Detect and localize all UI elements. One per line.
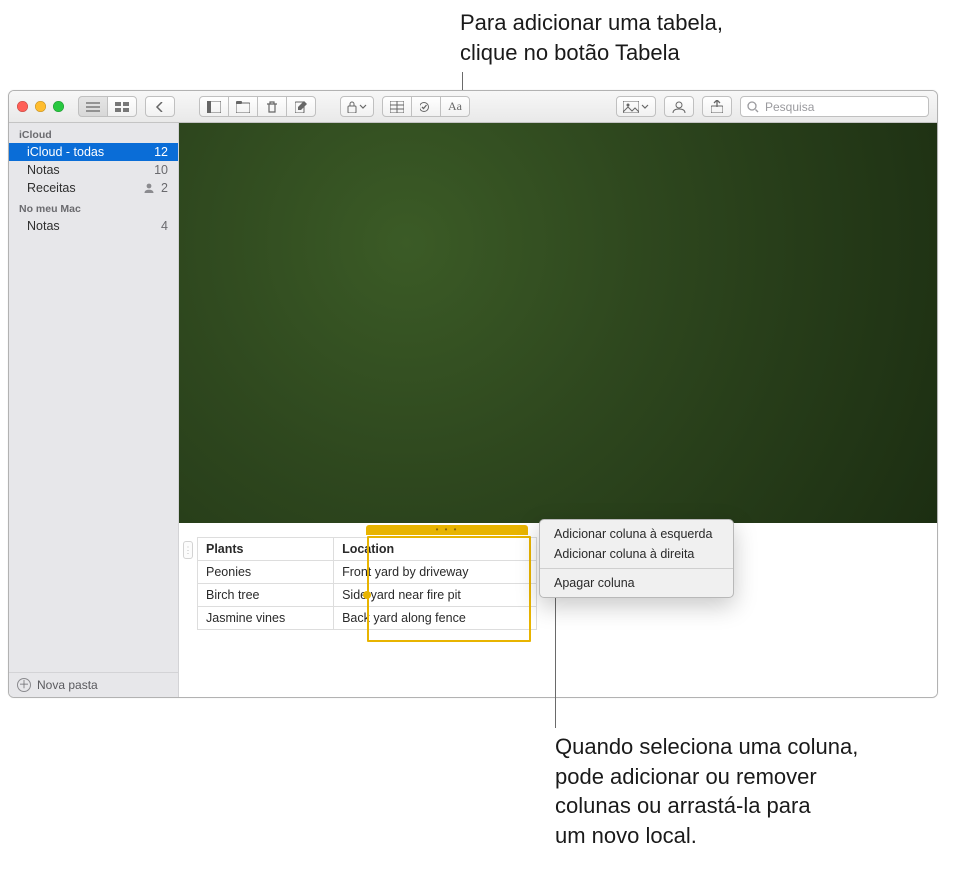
attachments-button[interactable] <box>199 96 229 117</box>
sidebar-item-label: Receitas <box>27 181 76 195</box>
gallery-view-button[interactable] <box>107 96 137 117</box>
note-table-wrap: ⋮ • • • Plants Location <box>197 537 537 630</box>
new-folder-button[interactable]: ＋ Nova pasta <box>9 672 178 697</box>
note-table[interactable]: Plants Location Peonies Front yard by dr… <box>197 537 537 630</box>
lock-icon <box>347 101 357 113</box>
share-icon <box>711 100 723 113</box>
grid-icon <box>115 102 129 112</box>
plus-icon: ＋ <box>17 678 31 692</box>
lock-button[interactable] <box>340 96 374 117</box>
sidebar-section-header: iCloud <box>9 123 178 143</box>
compose-icon <box>295 101 307 113</box>
chevron-down-icon <box>359 104 367 110</box>
toolbar: Aa <box>9 91 937 123</box>
table-header[interactable]: Location <box>334 538 537 561</box>
new-folder-label: Nova pasta <box>37 678 98 692</box>
table-cell[interactable]: Peonies <box>198 561 334 584</box>
note-editor[interactable]: ⋮ • • • Plants Location <box>179 123 937 697</box>
table-cell[interactable]: Front yard by driveway <box>334 561 537 584</box>
media-button[interactable] <box>616 96 656 117</box>
delete-button[interactable] <box>257 96 287 117</box>
sidebar-item-label: Notas <box>27 219 60 233</box>
close-window-button[interactable] <box>17 101 28 112</box>
callout-bottom: Quando seleciona uma coluna, pode adicio… <box>555 732 858 851</box>
share-button[interactable] <box>702 96 732 117</box>
table-row[interactable]: Peonies Front yard by driveway <box>198 561 537 584</box>
note-content: ⋮ • • • Plants Location <box>179 523 937 644</box>
menu-item-delete-col[interactable]: Apagar coluna <box>540 573 733 593</box>
checklist-button[interactable] <box>411 96 441 117</box>
table-header[interactable]: Plants <box>198 538 334 561</box>
row-handle[interactable]: ⋮ <box>183 541 193 559</box>
search-icon <box>747 101 759 113</box>
chevron-down-icon <box>641 104 649 110</box>
notes-window: Aa iCloud <box>8 90 938 698</box>
panel-icon <box>207 101 221 113</box>
back-button[interactable] <box>145 96 175 117</box>
table-row[interactable]: Jasmine vines Back yard along fence <box>198 607 537 630</box>
sidebar-item-label: Notas <box>27 163 60 177</box>
sidebar-item-count: 4 <box>161 219 168 233</box>
chevron-left-icon <box>155 102 165 112</box>
search-input[interactable] <box>763 99 922 115</box>
checklist-icon <box>420 101 433 113</box>
format-icon: Aa <box>448 99 462 114</box>
sidebar-section-header: No meu Mac <box>9 197 178 217</box>
callout-line-bottom <box>555 596 556 728</box>
new-note-button[interactable] <box>286 96 316 117</box>
sidebar-item-icloud-all[interactable]: iCloud - todas 12 <box>9 143 178 161</box>
shared-icon <box>143 182 155 194</box>
list-icon <box>86 102 100 112</box>
selection-anchor[interactable] <box>363 591 371 599</box>
photo-icon <box>623 101 639 113</box>
menu-separator <box>540 568 733 569</box>
sidebar: iCloud iCloud - todas 12 Notas 10 Receit… <box>9 123 179 697</box>
format-button[interactable]: Aa <box>440 96 470 117</box>
table-cell[interactable]: Back yard along fence <box>334 607 537 630</box>
view-mode-group <box>78 96 137 117</box>
trash-icon <box>266 101 278 113</box>
zoom-window-button[interactable] <box>53 101 64 112</box>
minimize-window-button[interactable] <box>35 101 46 112</box>
people-icon <box>672 101 686 113</box>
callout-top: Para adicionar uma tabela, clique no bot… <box>460 8 723 67</box>
sidebar-item-count: 2 <box>161 181 168 195</box>
sidebar-item-receitas[interactable]: Receitas 2 <box>9 179 178 197</box>
column-context-menu: Adicionar coluna à esquerda Adicionar co… <box>539 519 734 598</box>
sidebar-item-count: 12 <box>154 145 168 159</box>
traffic-lights <box>17 101 64 112</box>
sidebar-item-label: iCloud - todas <box>27 145 104 159</box>
sidebar-item-notas[interactable]: Notas 10 <box>9 161 178 179</box>
table-cell[interactable]: Birch tree <box>198 584 334 607</box>
search-field[interactable] <box>740 96 929 117</box>
note-actions-group <box>199 96 316 117</box>
table-icon <box>390 101 404 113</box>
list-view-button[interactable] <box>78 96 108 117</box>
note-image <box>179 123 937 523</box>
menu-item-add-col-left[interactable]: Adicionar coluna à esquerda <box>540 524 733 544</box>
folder-button[interactable] <box>228 96 258 117</box>
insert-group: Aa <box>382 96 470 117</box>
column-handle[interactable]: • • • <box>366 525 528 535</box>
folder-icon <box>236 101 250 113</box>
sidebar-item-local-notas[interactable]: Notas 4 <box>9 217 178 235</box>
table-cell[interactable]: Jasmine vines <box>198 607 334 630</box>
window-body: iCloud iCloud - todas 12 Notas 10 Receit… <box>9 123 937 697</box>
table-row[interactable]: Plants Location <box>198 538 537 561</box>
collaborate-button[interactable] <box>664 96 694 117</box>
table-button[interactable] <box>382 96 412 117</box>
sidebar-item-count: 10 <box>154 163 168 177</box>
menu-item-add-col-right[interactable]: Adicionar coluna à direita <box>540 544 733 564</box>
